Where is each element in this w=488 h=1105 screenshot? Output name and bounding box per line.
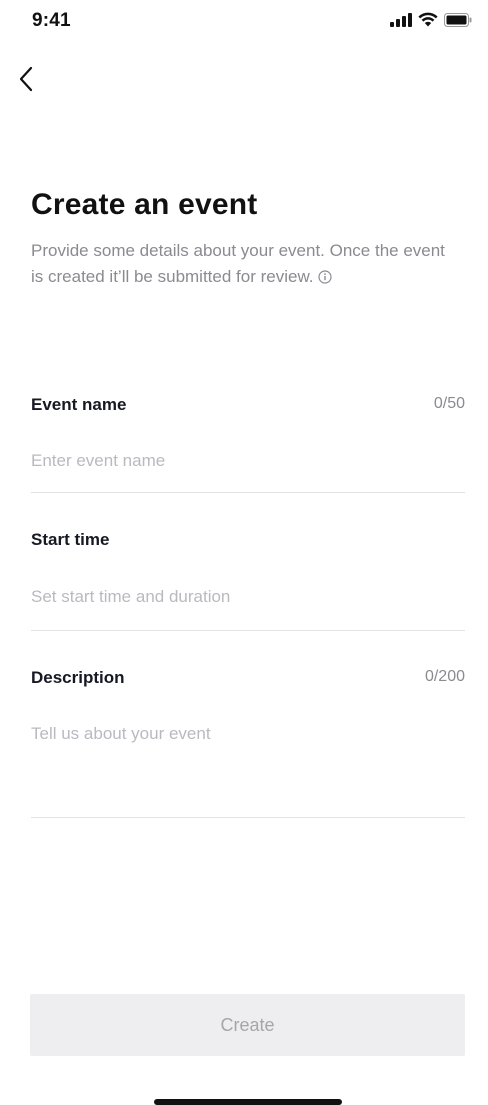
- battery-icon: [444, 12, 472, 27]
- description-input[interactable]: [31, 722, 465, 812]
- status-icons: [390, 12, 472, 27]
- event-name-label: Event name: [31, 395, 127, 414]
- back-button[interactable]: [6, 60, 46, 100]
- description-counter: 0/200: [424, 668, 465, 685]
- page-subtitle-text: Provide some details about your event. O…: [31, 241, 445, 286]
- start-time-label: Start time: [31, 530, 110, 549]
- description-divider: [31, 817, 465, 818]
- home-indicator: [154, 1099, 342, 1105]
- create-event-screen: 9:41 Create an event Provide some detail…: [0, 0, 488, 1105]
- start-time-divider: [31, 630, 465, 631]
- info-icon[interactable]: [317, 266, 332, 292]
- chevron-left-icon: [18, 66, 34, 95]
- status-bar: 9:41: [0, 0, 488, 44]
- start-time-input[interactable]: [31, 585, 465, 609]
- status-time: 9:41: [32, 10, 71, 31]
- page-subtitle: Provide some details about your event. O…: [31, 238, 461, 292]
- description-label: Description: [31, 668, 125, 687]
- event-name-divider: [31, 492, 465, 493]
- cellular-signal-icon: [390, 12, 412, 27]
- event-name-input[interactable]: [31, 449, 465, 473]
- wifi-icon: [418, 12, 438, 27]
- create-button[interactable]: Create: [30, 994, 465, 1056]
- event-name-counter: 0/50: [433, 395, 465, 412]
- page-title: Create an event: [31, 188, 258, 221]
